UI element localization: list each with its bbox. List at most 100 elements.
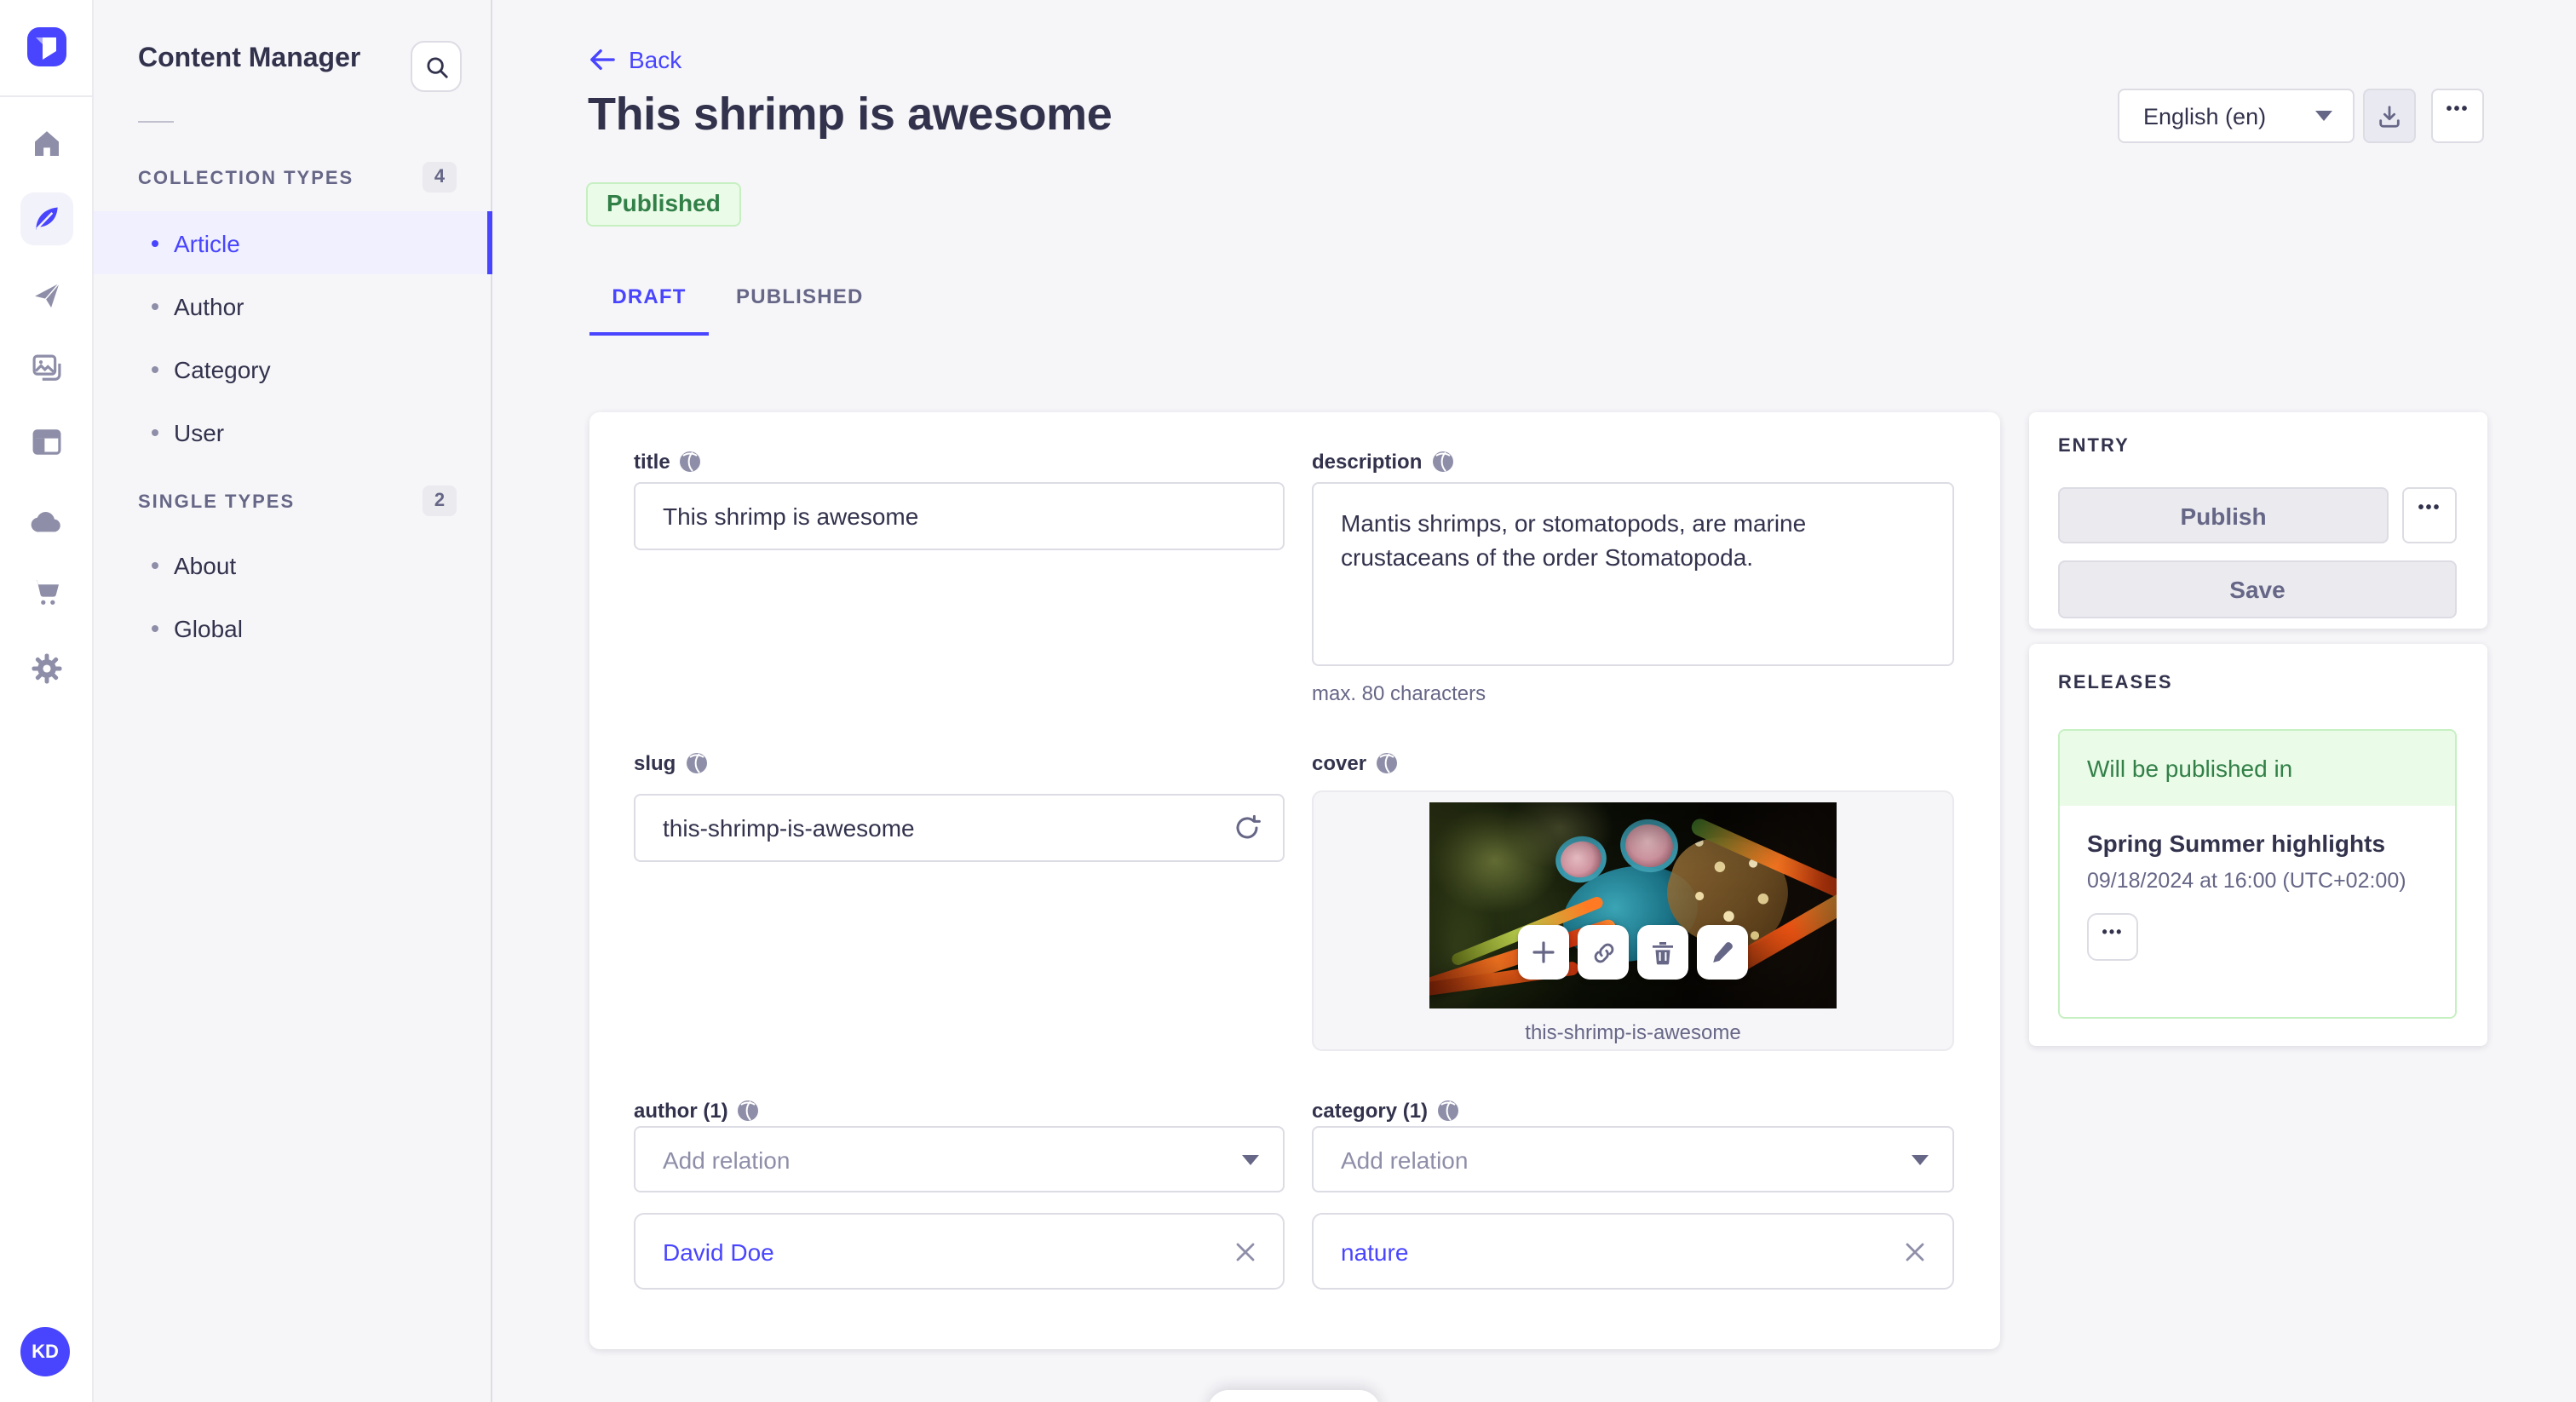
save-button[interactable]: Save <box>2058 560 2457 618</box>
field-label-text: title <box>634 450 670 474</box>
avatar[interactable]: KD <box>20 1327 70 1376</box>
media-library-icon[interactable] <box>29 351 65 387</box>
category-relation-link[interactable]: nature <box>1341 1238 1408 1265</box>
link-icon <box>1590 939 1616 965</box>
publish-button[interactable]: Publish <box>2058 487 2389 543</box>
close-icon[interactable] <box>1905 1241 1925 1261</box>
header-more-button[interactable]: ••• <box>2431 89 2484 143</box>
cover-copy-link-button[interactable] <box>1578 925 1629 980</box>
download-icon <box>2377 103 2402 129</box>
cover-caption: this-shrimp-is-awesome <box>1525 1020 1741 1044</box>
cover-box: this-shrimp-is-awesome <box>1312 790 1954 1051</box>
back-label: Back <box>629 46 682 73</box>
regenerate-slug-icon[interactable] <box>1233 814 1261 842</box>
sidebar-item-about[interactable]: About <box>94 533 492 596</box>
trash-icon <box>1651 939 1675 965</box>
tab-published-label: PUBLISHED <box>736 284 864 308</box>
sidebar-item-article[interactable]: Article <box>94 211 492 274</box>
tab-draft-label: DRAFT <box>612 284 687 308</box>
category-field-label: category (1) <box>1312 1099 1459 1123</box>
slug-field-label: slug <box>634 751 707 775</box>
nav-rail: KD <box>0 0 94 1402</box>
author-relation-item: David Doe <box>634 1213 1285 1290</box>
release-status-strip: Will be published in <box>2060 731 2455 806</box>
globe-icon <box>686 753 707 773</box>
subnav-title: Content Manager <box>138 44 361 73</box>
save-button-label: Save <box>2229 576 2286 603</box>
field-label-text: category (1) <box>1312 1099 1429 1123</box>
cover-image[interactable] <box>1429 802 1837 1008</box>
bullet-icon <box>152 428 158 435</box>
author-relation-link[interactable]: David Doe <box>663 1238 774 1265</box>
sidebar-item-user[interactable]: User <box>94 400 492 463</box>
globe-icon <box>1377 753 1398 773</box>
sidebar-item-global[interactable]: Global <box>94 596 492 659</box>
collection-types-count: 4 <box>423 162 457 192</box>
sidebar-item-label: User <box>174 418 225 445</box>
home-icon[interactable] <box>29 126 65 162</box>
releases-panel: RELEASES Will be published in Spring Sum… <box>2029 644 2487 1046</box>
tab-draft[interactable]: DRAFT <box>589 261 709 332</box>
chevron-down-icon <box>1912 1154 1929 1164</box>
pencil-icon <box>1711 940 1734 964</box>
combobox-placeholder: Add relation <box>663 1146 791 1173</box>
field-label-text: description <box>1312 450 1423 474</box>
field-label-text: author (1) <box>634 1099 728 1123</box>
locale-select[interactable]: English (en) <box>2118 89 2355 143</box>
cloud-icon[interactable] <box>29 504 65 540</box>
send-icon[interactable] <box>29 278 65 313</box>
collection-types-label: COLLECTION TYPES <box>138 169 354 189</box>
category-add-relation-combobox[interactable]: Add relation <box>1312 1126 1954 1192</box>
content-manager-nav-active[interactable] <box>20 192 73 245</box>
ellipsis-icon: ••• <box>2418 499 2441 518</box>
strapi-logo[interactable] <box>27 27 66 66</box>
bullet-icon <box>152 365 158 372</box>
tab-published[interactable]: PUBLISHED <box>736 261 864 332</box>
arrow-left-icon <box>589 48 615 72</box>
floating-action-bar[interactable] <box>1208 1390 1380 1402</box>
single-types-label: SINGLE TYPES <box>138 492 296 513</box>
plus-icon <box>1532 940 1555 964</box>
gear-icon[interactable] <box>29 651 65 687</box>
sidebar-item-author[interactable]: Author <box>94 274 492 337</box>
field-label-text: cover <box>1312 751 1367 775</box>
content-manager-feather-icon <box>31 203 63 235</box>
sidebar-item-label: Global <box>174 614 243 641</box>
publish-button-label: Publish <box>2180 502 2267 529</box>
description-field-label: description <box>1312 450 1453 474</box>
export-button[interactable] <box>2363 89 2416 143</box>
chevron-down-icon <box>2315 111 2332 121</box>
search-button[interactable] <box>411 41 462 92</box>
entry-form-card: title description Mantis shrimps, or sto… <box>589 412 2000 1349</box>
status-badge: Published <box>586 182 741 227</box>
combobox-placeholder: Add relation <box>1341 1146 1469 1173</box>
entry-panel: ENTRY Publish ••• Save <box>2029 412 2487 629</box>
release-more-button[interactable]: ••• <box>2087 913 2138 961</box>
globe-icon <box>738 1100 759 1121</box>
cover-add-button[interactable] <box>1518 925 1569 980</box>
release-date: 09/18/2024 at 16:00 (UTC+02:00) <box>2087 869 2406 893</box>
entry-more-button[interactable]: ••• <box>2402 487 2457 543</box>
layout-icon[interactable] <box>29 424 65 460</box>
globe-icon <box>1438 1100 1459 1121</box>
cover-edit-button[interactable] <box>1697 925 1748 980</box>
strapi-logo-fold2 <box>43 51 56 60</box>
author-add-relation-combobox[interactable]: Add relation <box>634 1126 1285 1192</box>
strapi-logo-square <box>43 37 56 51</box>
slug-input[interactable] <box>634 794 1285 862</box>
cart-icon[interactable] <box>29 574 65 610</box>
locale-select-value: English (en) <box>2143 103 2267 129</box>
sidebar-item-category[interactable]: Category <box>94 337 492 400</box>
description-textarea[interactable]: Mantis shrimps, or stomatopods, are mari… <box>1312 482 1954 666</box>
content-manager-subnav: Content Manager COLLECTION TYPES 4 Artic… <box>94 0 492 1402</box>
close-icon[interactable] <box>1235 1241 1256 1261</box>
globe-icon <box>1432 451 1453 472</box>
category-relation-item: nature <box>1312 1213 1954 1290</box>
bullet-icon <box>152 239 158 246</box>
release-card: Will be published in Spring Summer highl… <box>2058 729 2457 1019</box>
bullet-icon <box>152 561 158 568</box>
cover-delete-button[interactable] <box>1637 925 1688 980</box>
title-input[interactable] <box>634 482 1285 550</box>
back-link[interactable]: Back <box>589 46 681 73</box>
search-icon <box>423 54 449 79</box>
